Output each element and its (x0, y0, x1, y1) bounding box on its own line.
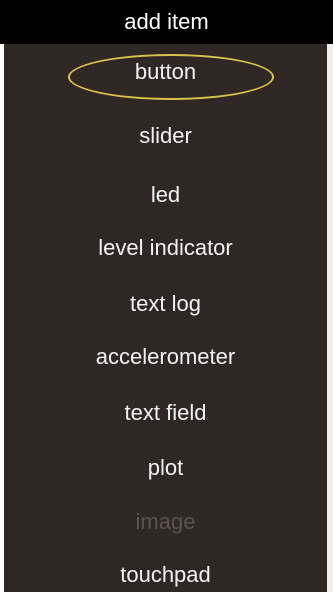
menu-item-plot[interactable]: plot (4, 440, 327, 496)
menu-item-text-field[interactable]: text field (4, 385, 327, 441)
menu-item-level-indicator[interactable]: level indicator (4, 220, 327, 276)
menu-item-slider[interactable]: slider (4, 108, 327, 164)
item-type-menu: button slider led level indicator text l… (4, 44, 327, 592)
add-item-dialog: add item button slider led level indicat… (0, 0, 333, 592)
dialog-title: add item (0, 0, 333, 44)
menu-item-led[interactable]: led (4, 167, 327, 223)
menu-item-touchpad[interactable]: touchpad (4, 547, 327, 592)
menu-item-text-log[interactable]: text log (4, 276, 327, 332)
right-edge-strip (327, 44, 333, 592)
menu-item-accelerometer[interactable]: accelerometer (4, 329, 327, 385)
menu-item-image: image (135, 509, 196, 534)
menu-item-button[interactable]: button (4, 44, 327, 100)
